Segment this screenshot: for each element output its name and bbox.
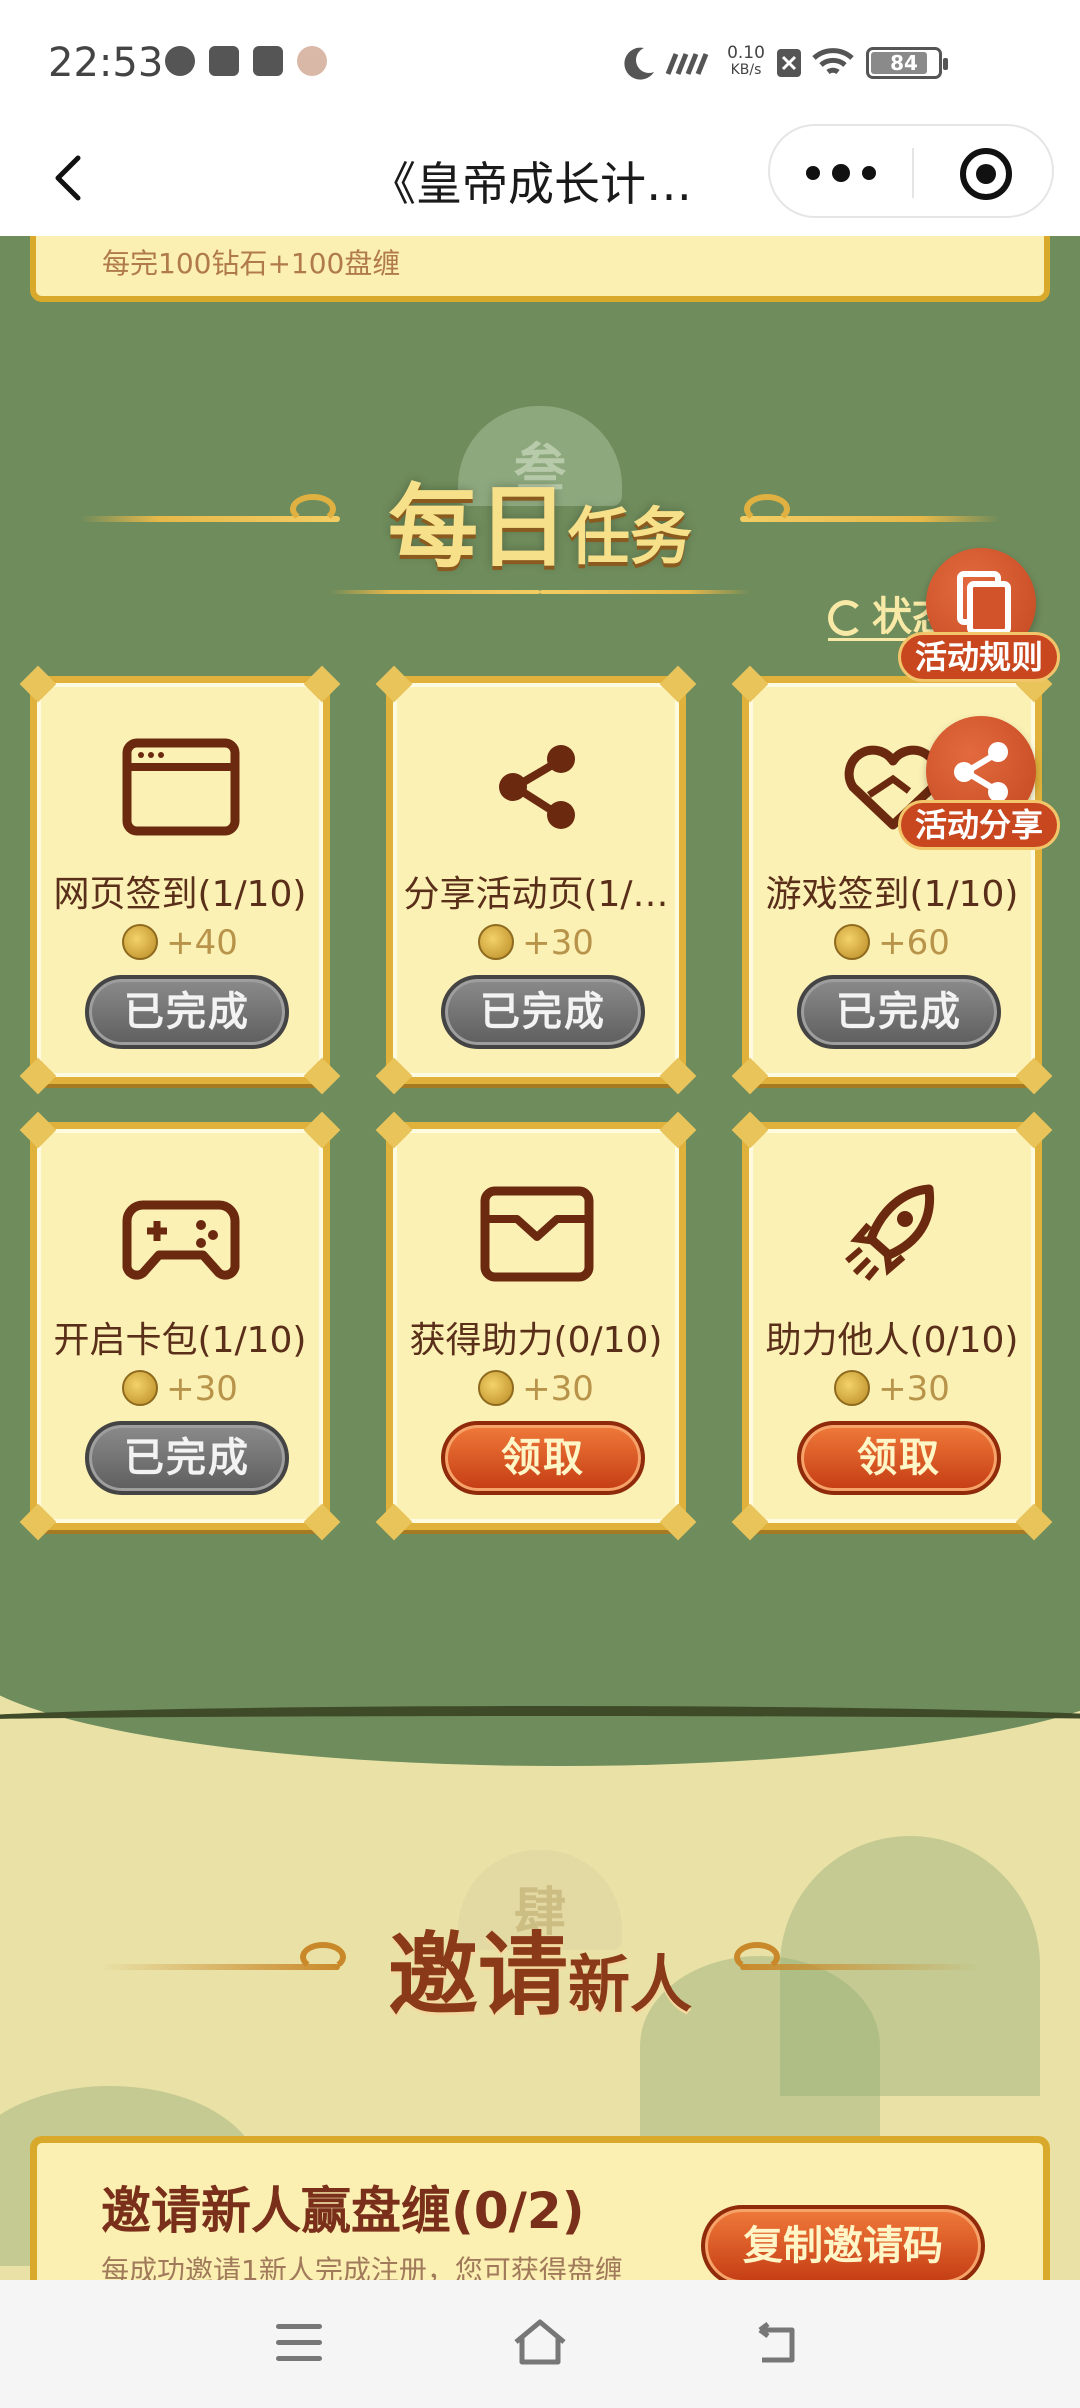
avatar-notification-icon [297, 46, 327, 76]
task-completed-button[interactable]: 已完成 [441, 975, 645, 1049]
invite-heading: 邀请新人赢盘缠(0/2) [101, 2182, 585, 2240]
task-completed-button[interactable]: 已完成 [85, 1421, 289, 1495]
signal-hd-icon [665, 53, 709, 75]
task-card-web-checkin: 网页签到(1/10) +40 已完成 [19, 665, 341, 1095]
coin-icon [478, 1370, 515, 1406]
coin-icon [122, 924, 159, 960]
refresh-icon [828, 600, 864, 636]
coin-icon [834, 924, 871, 960]
invite-header: 肆 邀请新人 [0, 1816, 1080, 2028]
task-reward: +60 [749, 923, 1035, 963]
notification-icons [165, 46, 327, 76]
browser-window-icon [122, 738, 240, 836]
invite-title: 邀请新人 [387, 1923, 692, 2028]
task-name: 开启卡包(1/10) [53, 1320, 307, 1361]
task-card-boost-others: 助力他人(0/10) +30 领取 [731, 1111, 1053, 1541]
net-speed: 0.10 KB/s [727, 43, 765, 78]
task-card-get-boost: 获得助力(0/10) +30 领取 [375, 1111, 697, 1541]
activity-rules-button[interactable]: 活动规则 [898, 548, 1060, 688]
no-sim-icon [777, 49, 801, 77]
daily-tasks-header: 叁 每日任务 [0, 366, 1080, 594]
top-nav-bar: 《皇帝成长计… [0, 120, 1080, 236]
check-badge-icon [165, 46, 195, 76]
task-name: 助力他人(0/10) [765, 1320, 1019, 1361]
task-reward: +30 [749, 1369, 1035, 1409]
gamepad-icon [122, 1200, 240, 1280]
coin-icon [478, 924, 515, 960]
task-card-share-page: 分享活动页(1/… +30 已完成 [375, 665, 697, 1095]
activity-share-button[interactable]: 活动分享 [898, 716, 1060, 856]
task-reward: +30 [393, 1369, 679, 1409]
vivo-app-icon [253, 46, 283, 76]
task-completed-button[interactable]: 已完成 [85, 975, 289, 1049]
task-card-open-pack: 开启卡包(1/10) +30 已完成 [19, 1111, 341, 1541]
back-arrow-icon[interactable] [40, 148, 100, 208]
task-completed-button[interactable]: 已完成 [797, 975, 1001, 1049]
task-reward: +30 [37, 1369, 323, 1409]
moon-icon [624, 47, 654, 80]
task-claim-button[interactable]: 领取 [441, 1421, 645, 1495]
invite-panel: 邀请新人赢盘缠(0/2) 每成功邀请1新人完成注册，您可获得盘缠 复制邀请码 [30, 2136, 1050, 2280]
system-nav-bar [0, 2280, 1080, 2408]
task-reward: +30 [393, 923, 679, 963]
mini-program-capsule [768, 124, 1054, 218]
activity-page-content[interactable]: 每完100钻石+100盘缠 叁 每日任务 状态刷新 网页签到(1/10) +40… [0, 236, 1080, 2280]
task-name: 游戏签到(1/10) [765, 874, 1019, 915]
task-name: 网页签到(1/10) [53, 874, 307, 915]
close-mini-program-icon[interactable] [960, 148, 1012, 200]
previous-section-panel: 每完100钻石+100盘缠 [30, 236, 1050, 302]
back-icon[interactable] [752, 2320, 802, 2366]
task-name: 获得助力(0/10) [409, 1320, 663, 1361]
home-icon[interactable] [510, 2316, 570, 2368]
invite-description: 每成功邀请1新人完成注册，您可获得盘缠 [101, 2254, 623, 2280]
mail-icon [209, 46, 239, 76]
menu-icon[interactable] [276, 2324, 322, 2362]
coin-icon [834, 1370, 871, 1406]
share-icon [499, 745, 575, 829]
task-claim-button[interactable]: 领取 [797, 1421, 1001, 1495]
page-title: 《皇帝成长计… [370, 157, 692, 211]
status-time: 22:53 [48, 40, 164, 86]
task-reward: +40 [37, 923, 323, 963]
battery-indicator: 84 [866, 47, 948, 79]
rocket-icon [845, 1184, 935, 1281]
task-name: 分享活动页(1/… [403, 874, 669, 915]
coin-icon [122, 1370, 159, 1406]
wifi-icon [812, 48, 854, 75]
wallet-icon [480, 1186, 594, 1282]
more-menu-icon[interactable] [806, 158, 886, 188]
copy-invite-code-button[interactable]: 复制邀请码 [701, 2205, 985, 2280]
status-bar: 22:53 0.10 KB/s 84 [0, 0, 1080, 120]
